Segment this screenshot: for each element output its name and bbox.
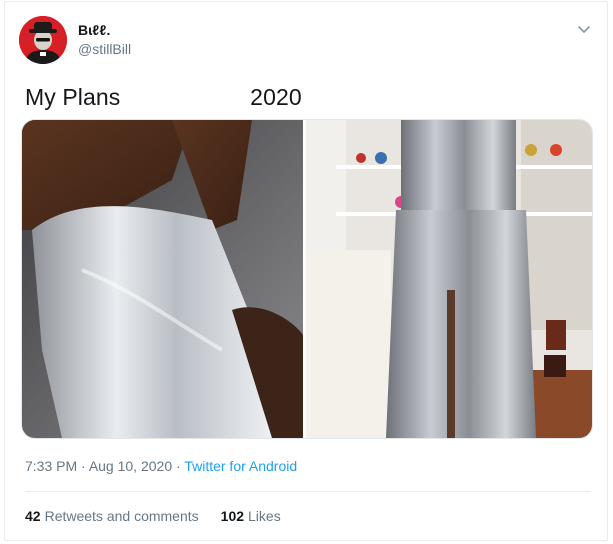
- meta-separator: ·: [77, 458, 89, 474]
- tweet-media[interactable]: [21, 119, 593, 439]
- chevron-down-icon[interactable]: [575, 20, 593, 38]
- likes-count: 102: [220, 508, 245, 524]
- tweet-text: My Plans 2020: [25, 84, 302, 110]
- tweet-stats: 42 Retweets and comments 102 Likes: [25, 508, 281, 524]
- media-photo-right[interactable]: [306, 120, 592, 438]
- likes-label: Likes: [248, 508, 281, 524]
- avatar-image: [19, 16, 67, 64]
- divider: [25, 491, 591, 492]
- meta-separator: ·: [172, 458, 185, 474]
- tweet-card: Bɩℓℓ. @stillBill My Plans 2020 7:33 PM ·…: [4, 1, 608, 541]
- retweets-count: 42: [25, 508, 41, 524]
- retweets-label: Retweets and comments: [44, 508, 199, 524]
- tweet-header: Bɩℓℓ. @stillBill: [19, 14, 131, 66]
- media-photo-left[interactable]: [22, 120, 303, 438]
- tweet-time[interactable]: 7:33 PM: [25, 458, 77, 474]
- likes-stat[interactable]: 102 Likes: [221, 508, 281, 524]
- avatar[interactable]: [19, 16, 67, 64]
- tweet-date[interactable]: Aug 10, 2020: [89, 458, 172, 474]
- user-handle[interactable]: @stillBill: [78, 41, 131, 59]
- tweet-meta: 7:33 PM · Aug 10, 2020 · Twitter for And…: [25, 458, 297, 474]
- tweet-source-link[interactable]: Twitter for Android: [184, 458, 297, 474]
- display-name[interactable]: Bɩℓℓ.: [78, 22, 131, 40]
- retweets-stat[interactable]: 42 Retweets and comments: [25, 508, 199, 524]
